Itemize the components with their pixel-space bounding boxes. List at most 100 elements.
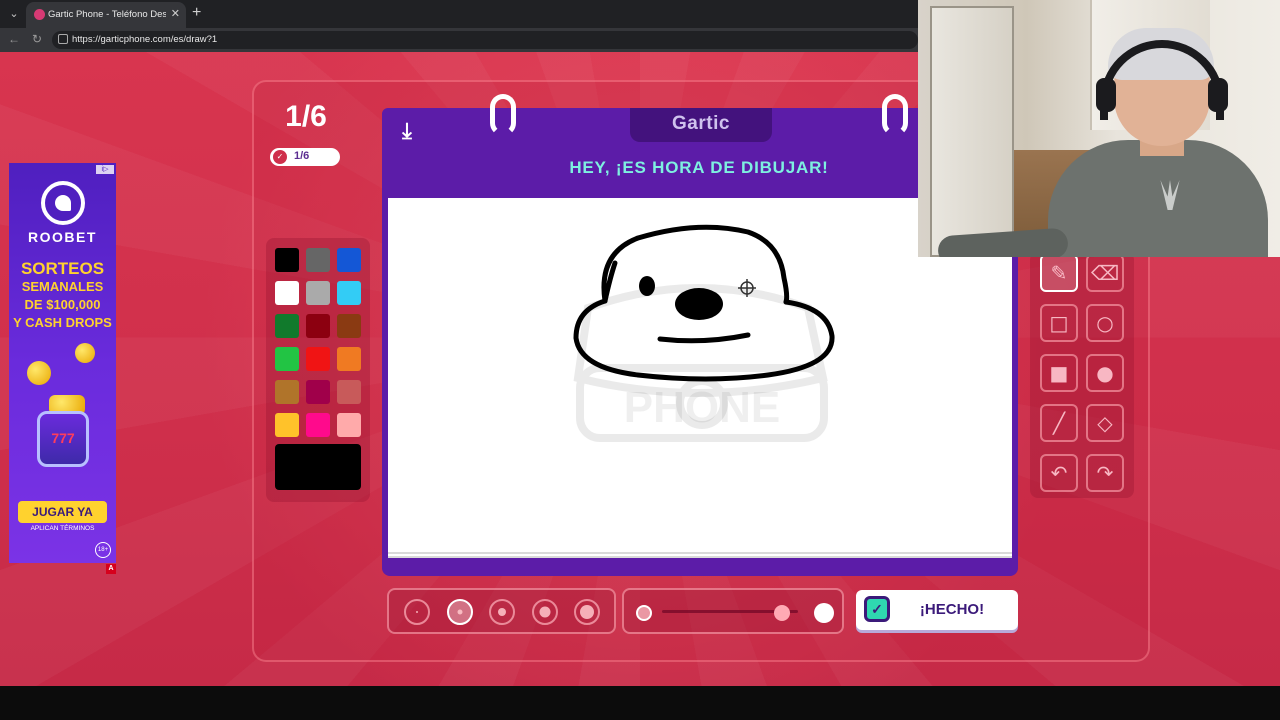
color-swatch[interactable] xyxy=(337,314,361,338)
opacity-low-icon xyxy=(636,605,652,621)
opacity-high-icon xyxy=(814,603,834,623)
color-swatch[interactable] xyxy=(306,248,330,272)
color-swatch[interactable] xyxy=(306,347,330,371)
color-swatch[interactable] xyxy=(337,281,361,305)
color-swatch[interactable] xyxy=(275,314,299,338)
brush-size-option[interactable] xyxy=(446,599,473,625)
watermark-text: PHONE xyxy=(624,383,780,432)
logo-text: Gartic xyxy=(672,113,730,134)
slot-text: 777 xyxy=(51,430,75,446)
color-swatch[interactable] xyxy=(337,413,361,437)
ad-promo-line: Y CASH DROPS xyxy=(13,315,112,330)
color-swatch[interactable] xyxy=(306,281,330,305)
brush-size-dot-icon xyxy=(498,608,506,616)
download-icon[interactable]: ⤓ xyxy=(394,118,420,144)
line-tool[interactable]: ╱ xyxy=(1040,404,1078,442)
binder-ring-icon xyxy=(490,94,516,136)
color-swatch[interactable] xyxy=(275,347,299,371)
brush-size-picker xyxy=(387,588,616,634)
eraser-icon: ⌫ xyxy=(1090,261,1120,285)
ad-cta-button[interactable]: JUGAR YA xyxy=(18,501,107,523)
brush-size-option[interactable] xyxy=(531,599,558,625)
check-icon: ✓ xyxy=(273,150,287,164)
coin-icon xyxy=(75,343,95,363)
filled-ellipse-tool[interactable]: ● xyxy=(1086,354,1124,392)
address-bar[interactable]: https://garticphone.com/es/draw?1 xyxy=(52,31,918,49)
reload-icon[interactable]: ↻ xyxy=(32,32,42,46)
brush-size-option[interactable] xyxy=(404,599,430,625)
brush-size-option[interactable] xyxy=(574,599,600,625)
color-swatch[interactable] xyxy=(337,347,361,371)
drawing-nose xyxy=(675,288,723,320)
ad-promo-line: SEMANALES xyxy=(21,279,104,294)
color-swatch[interactable] xyxy=(337,380,361,404)
undo-tool[interactable]: ↶ xyxy=(1040,454,1078,492)
color-swatch[interactable] xyxy=(337,248,361,272)
done-label: ¡HECHO! xyxy=(919,601,985,618)
brush-size-dot-icon xyxy=(457,609,462,615)
brush-size-option[interactable] xyxy=(489,599,515,625)
url-text: https://garticphone.com/es/draw?1 xyxy=(72,34,218,45)
opacity-slider[interactable] xyxy=(622,588,844,634)
ad-promo-heading: SORTEOS xyxy=(9,259,116,278)
tab-close-icon[interactable]: ✕ xyxy=(171,7,180,20)
circle-filled-icon: ● xyxy=(1096,361,1114,385)
color-swatch[interactable] xyxy=(275,413,299,437)
coin-icon xyxy=(27,361,51,385)
headset-ear-icon xyxy=(1208,78,1228,112)
rectangle-tool[interactable]: □ xyxy=(1040,304,1078,342)
tab-search-button[interactable]: ⌄ xyxy=(4,4,24,24)
redo-tool[interactable]: ↷ xyxy=(1086,454,1124,492)
square-outline-icon: □ xyxy=(1049,311,1069,335)
current-color-preview xyxy=(275,444,361,490)
filled-rectangle-tool[interactable]: ■ xyxy=(1040,354,1078,392)
round-counter: 1/6 xyxy=(285,100,327,133)
tools-panel: ✎ ⌫ □ ○ ■ ● ╱ ◇ ↶ ↷ xyxy=(1030,252,1134,498)
round-progress-pill: ✓ 1/6 xyxy=(270,148,340,166)
bucket-icon: ◇ xyxy=(1097,411,1113,435)
ad-choices-icon[interactable]: A xyxy=(106,564,116,574)
undo-icon: ↶ xyxy=(1050,461,1068,485)
streamer-body xyxy=(1048,140,1268,257)
roobet-logo-icon xyxy=(41,181,85,225)
drawing-eye xyxy=(639,276,655,296)
color-swatch[interactable] xyxy=(306,413,330,437)
age-badge: 18+ xyxy=(95,542,111,558)
back-icon[interactable]: ← xyxy=(8,32,20,46)
pencil-tool[interactable]: ✎ xyxy=(1040,254,1078,292)
site-info-icon[interactable] xyxy=(58,34,68,44)
ad-promo-line: SORTEOS xyxy=(20,259,105,278)
slot-machine-icon: 777 xyxy=(37,411,89,467)
gartic-favicon-icon xyxy=(34,9,45,20)
binder-ring-icon xyxy=(882,94,908,136)
ad-brand: ROOBET xyxy=(28,229,97,245)
browser-tab[interactable]: Gartic Phone - Teléfono Descomp ✕ xyxy=(26,2,186,28)
tab-title: Gartic Phone - Teléfono Descomp xyxy=(48,9,166,20)
ad-info-icon[interactable]: i▷ xyxy=(96,165,114,174)
brush-size-dot-icon xyxy=(416,611,418,613)
board-header: ⤓ Gartic HEY, ¡ES HORA DE DIBUJAR! xyxy=(382,108,918,194)
ellipse-tool[interactable]: ○ xyxy=(1086,304,1124,342)
eraser-tool[interactable]: ⌫ xyxy=(1086,254,1124,292)
gartic-logo: Gartic xyxy=(630,108,772,142)
color-swatch[interactable] xyxy=(275,281,299,305)
webcam-overlay xyxy=(918,0,1280,257)
pencil-icon: ✎ xyxy=(1050,261,1068,285)
done-button[interactable]: ✓ ¡HECHO! xyxy=(856,590,1018,630)
color-swatch[interactable] xyxy=(306,380,330,404)
color-swatch[interactable] xyxy=(275,380,299,404)
color-swatch[interactable] xyxy=(275,248,299,272)
new-tab-button[interactable]: + xyxy=(192,4,201,22)
ad-terms: APLICAN TÉRMINOS xyxy=(30,525,95,532)
opacity-thumb[interactable] xyxy=(773,605,790,621)
ad-promo-line: DE $100,000 xyxy=(24,297,101,312)
color-palette xyxy=(266,238,370,502)
redo-icon: ↷ xyxy=(1096,461,1114,485)
brush-size-dot-icon xyxy=(539,606,550,618)
brush-size-dot-icon xyxy=(580,605,594,619)
headset-ear-icon xyxy=(1096,78,1116,112)
fill-tool[interactable]: ◇ xyxy=(1086,404,1124,442)
webcam-door xyxy=(930,6,1014,257)
roobet-ad[interactable]: i▷ ROOBET SORTEOS SEMANALES DE $100,000 … xyxy=(9,163,116,563)
color-swatch[interactable] xyxy=(306,314,330,338)
